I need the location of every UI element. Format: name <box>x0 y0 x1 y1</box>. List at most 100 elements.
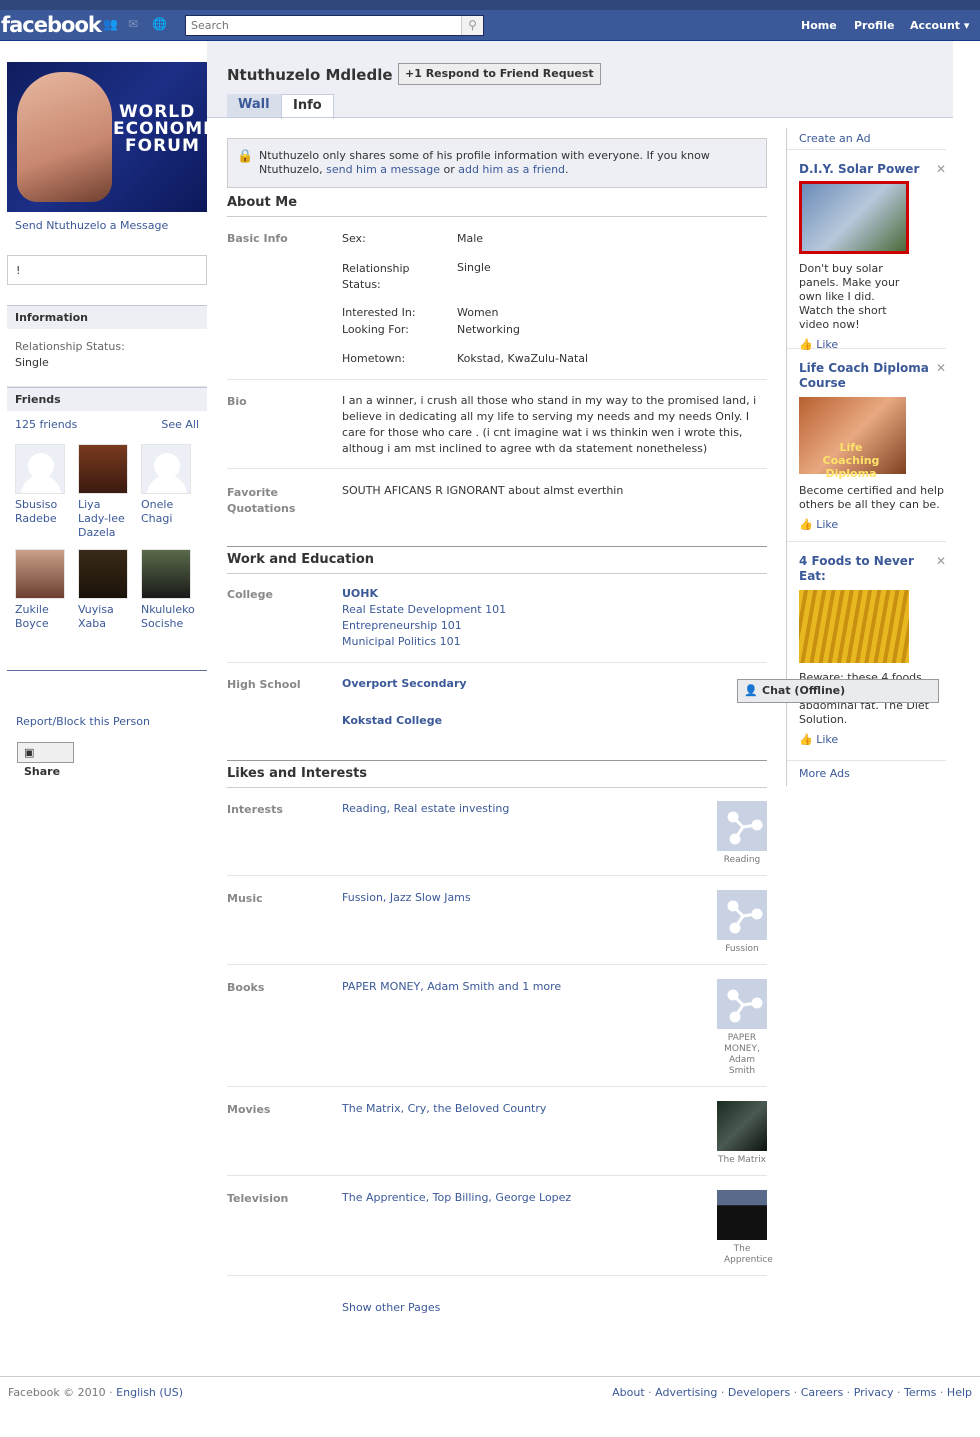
interested-in-label: Interested In: <box>342 306 416 319</box>
close-icon[interactable]: ✕ <box>936 554 946 568</box>
class-link[interactable]: Real Estate Development 101 <box>342 602 506 618</box>
like-link[interactable]: Like <box>816 518 838 531</box>
add-friend-link[interactable]: add him as a friend <box>458 163 565 176</box>
avatar[interactable] <box>15 444 65 494</box>
search-input[interactable] <box>186 16 456 35</box>
interested-in-value: Women <box>457 306 499 319</box>
class-link[interactable]: Entrepreneurship 101 <box>342 618 462 634</box>
movies-label: Movies <box>227 1103 271 1116</box>
friend-item[interactable]: Liya Lady-lee Dazela <box>78 444 130 540</box>
more-ads-link[interactable]: More Ads <box>787 761 946 786</box>
close-icon[interactable]: ✕ <box>936 361 946 375</box>
friend-item[interactable]: Onele Chagi <box>141 444 193 526</box>
like-link[interactable]: Like <box>816 733 838 746</box>
friends-count[interactable]: 125 friends <box>15 418 77 431</box>
send-message-link[interactable]: send him a message <box>326 163 440 176</box>
ad-title[interactable]: 4 Foods to Never Eat: <box>799 554 919 584</box>
close-icon[interactable]: ✕ <box>936 162 946 176</box>
matrix-poster[interactable] <box>717 1101 767 1151</box>
profile-name: Ntuthuzelo Mdledle <box>227 66 393 84</box>
books-label: Books <box>227 981 265 994</box>
movies-links[interactable]: The Matrix, Cry, the Beloved Country <box>342 1101 546 1117</box>
avatar[interactable] <box>78 549 128 599</box>
relationship-label: Relationship Status: <box>15 340 125 353</box>
ad-title[interactable]: Life Coach Diploma Course <box>799 361 929 391</box>
page-caption[interactable]: The Apprentice <box>712 1244 773 1266</box>
high-school-link[interactable]: Overport Secondary <box>342 676 467 692</box>
ad-image[interactable]: Life Coaching Diploma <box>799 397 906 480</box>
avatar[interactable] <box>141 444 191 494</box>
ad-image[interactable] <box>799 590 909 663</box>
tab-info[interactable]: Info <box>281 94 334 119</box>
friend-requests-icon[interactable]: 👥 <box>103 18 118 31</box>
about-me-heading: About Me <box>227 195 298 210</box>
top-bar: facebook 👥 ✉ 🌐 ⚲ Home Profile Account ▾ <box>0 0 980 41</box>
share-button[interactable]: ▣ Share <box>17 742 74 778</box>
television-links[interactable]: The Apprentice, Top Billing, George Lope… <box>342 1190 571 1206</box>
facebook-logo[interactable]: facebook <box>1 13 102 37</box>
footer-privacy[interactable]: Privacy <box>854 1386 894 1399</box>
ad-text: Become certified and help others be all … <box>799 484 944 511</box>
messages-icon[interactable]: ✉ <box>128 18 142 31</box>
nav-account[interactable]: Account ▾ <box>910 19 969 32</box>
nav-home[interactable]: Home <box>801 19 837 32</box>
tab-wall[interactable]: Wall <box>227 94 281 118</box>
college-link[interactable]: UOHK <box>342 586 378 602</box>
page-icon[interactable] <box>717 979 767 1029</box>
friends-header: Friends <box>7 387 207 411</box>
television-label: Television <box>227 1192 289 1205</box>
hometown-link[interactable]: Kokstad, KwaZulu-Natal <box>457 352 588 365</box>
relationship-value: Single <box>15 356 49 369</box>
left-column: WORLDECONOMICFORUM Send Ntuthuzelo a Mes… <box>7 62 207 778</box>
see-all-friends[interactable]: See All <box>161 418 199 431</box>
footer-about[interactable]: About <box>612 1386 645 1399</box>
ad-item[interactable]: ✕ D.I.Y. Solar Power Don't buy solar pan… <box>787 150 946 351</box>
search-icon[interactable]: ⚲ <box>461 16 483 35</box>
thumbs-up-icon[interactable]: 👍 <box>799 733 816 746</box>
friend-item[interactable]: Nkululeko Socishe <box>141 549 195 631</box>
report-block-link[interactable]: Report/Block this Person <box>7 715 207 728</box>
page-icon[interactable] <box>717 890 767 940</box>
language-link[interactable]: English (US) <box>116 1386 183 1399</box>
page-caption[interactable]: Fussion <box>712 944 772 955</box>
page-caption[interactable]: The Matrix <box>712 1155 772 1166</box>
basic-info-label: Basic Info <box>227 232 288 245</box>
send-message-link[interactable]: Send Ntuthuzelo a Message <box>7 212 207 240</box>
page-icon[interactable] <box>717 801 767 851</box>
profile-picture[interactable]: WORLDECONOMICFORUM <box>7 62 207 212</box>
avatar[interactable] <box>78 444 128 494</box>
page-caption[interactable]: Reading <box>712 855 772 866</box>
ad-image[interactable] <box>799 181 909 254</box>
friend-item[interactable]: Zukile Boyce <box>15 549 67 631</box>
thumbs-up-icon[interactable]: 👍 <box>799 518 816 531</box>
page-caption[interactable]: PAPER MONEY, Adam Smith <box>712 1033 772 1077</box>
interests-label: Interests <box>227 803 283 816</box>
ad-item[interactable]: ✕ Life Coach Diploma Course Life Coachin… <box>787 349 946 542</box>
interests-links[interactable]: Reading, Real estate investing <box>342 801 509 817</box>
ad-item[interactable]: ✕ 4 Foods to Never Eat: Beware: these 4 … <box>787 542 946 761</box>
ad-title[interactable]: D.I.Y. Solar Power <box>799 162 946 177</box>
create-ad-link[interactable]: Create an Ad <box>787 128 946 150</box>
notifications-icon[interactable]: 🌐 <box>152 18 167 31</box>
books-links[interactable]: PAPER MONEY, Adam Smith and 1 more <box>342 979 561 995</box>
work-education-heading: Work and Education <box>227 552 375 567</box>
add-friend-icon: +1 <box>405 67 426 80</box>
high-school-link[interactable]: Kokstad College <box>342 713 442 729</box>
footer-careers[interactable]: Careers <box>801 1386 844 1399</box>
music-links[interactable]: Fussion, Jazz Slow Jams <box>342 890 471 906</box>
relationship-value: Single <box>457 261 491 274</box>
class-link[interactable]: Municipal Politics 101 <box>342 634 461 650</box>
avatar[interactable] <box>141 549 191 599</box>
apprentice-poster[interactable] <box>717 1190 767 1240</box>
footer-terms[interactable]: Terms <box>904 1386 936 1399</box>
footer-advertising[interactable]: Advertising <box>655 1386 717 1399</box>
show-other-pages-link[interactable]: Show other Pages <box>342 1300 440 1316</box>
friend-item[interactable]: Sbusiso Radebe <box>15 444 67 526</box>
friend-item[interactable]: Vuyisa Xaba <box>78 549 130 631</box>
footer-help[interactable]: Help <box>947 1386 972 1399</box>
nav-profile[interactable]: Profile <box>854 19 894 32</box>
footer-developers[interactable]: Developers <box>728 1386 790 1399</box>
respond-friend-request-button[interactable]: +1 Respond to Friend Request <box>398 63 601 85</box>
avatar[interactable] <box>15 549 65 599</box>
chat-bar[interactable]: 👤 Chat (Offline) <box>737 679 939 703</box>
